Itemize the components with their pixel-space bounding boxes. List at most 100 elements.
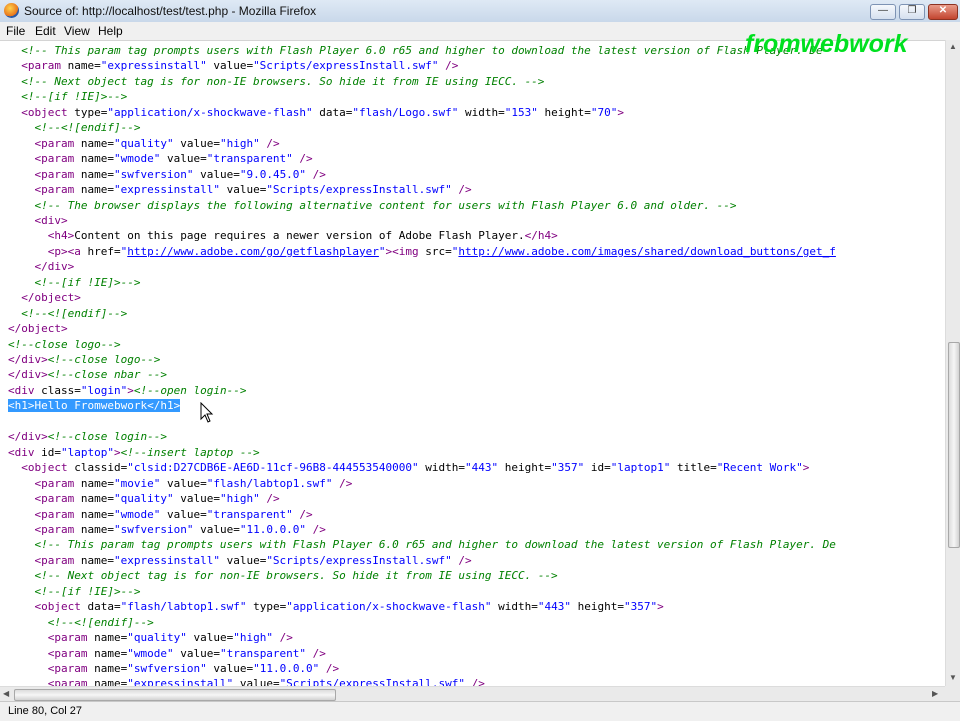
code-token: <!--<![endif]--> xyxy=(21,306,128,320)
code-token: "movie" xyxy=(113,476,161,490)
code-token: "swfversion" xyxy=(113,522,194,536)
source-line: <param name="quality" value="high" /> xyxy=(8,136,280,151)
source-line: <param name="swfversion" value="11.0.0.0… xyxy=(8,661,339,676)
code-token: value= xyxy=(160,152,207,166)
mouse-pointer-icon xyxy=(200,402,214,423)
menu-file[interactable]: File xyxy=(6,24,25,38)
menu-help[interactable]: Help xyxy=(98,24,123,38)
code-token: "quality" xyxy=(127,631,187,645)
code-token: "Scripts/expressInstall.swf" xyxy=(266,553,452,567)
source-line: <param name="quality" value="high" /> xyxy=(8,491,280,506)
code-token: "login" xyxy=(80,383,128,397)
scroll-down-arrow-icon[interactable]: ▼ xyxy=(949,673,957,683)
code-token: /> xyxy=(292,152,313,166)
code-token: "application/x-shockwave-flash" xyxy=(107,105,313,119)
code-token: value= xyxy=(233,677,280,686)
code-token: class= xyxy=(41,383,81,397)
minimize-button[interactable]: — xyxy=(870,4,896,20)
source-line: <object type="application/x-shockwave-fl… xyxy=(8,105,624,120)
source-line: </div><!--close logo--> xyxy=(8,352,160,367)
code-token: /> xyxy=(272,631,293,645)
code-token: name= xyxy=(80,136,114,150)
code-token: /> xyxy=(259,136,280,150)
code-token: value= xyxy=(160,476,207,490)
code-token: <!-- This param tag prompts users with F… xyxy=(21,44,823,57)
code-token: "Scripts/expressInstall.swf" xyxy=(253,59,439,73)
code-token: name= xyxy=(80,553,114,567)
status-bar: Line 80, Col 27 xyxy=(0,701,960,721)
code-token: </div> xyxy=(34,260,75,274)
cursor-position-status: Line 80, Col 27 xyxy=(8,705,82,717)
code-token: "expressinstall" xyxy=(127,677,234,686)
source-line: </div><!--close nbar --> xyxy=(8,367,167,382)
code-token: <param xyxy=(34,492,81,506)
menu-edit[interactable]: Edit xyxy=(35,24,56,38)
horizontal-scrollbar[interactable]: ◀ ▶ xyxy=(0,686,945,702)
code-token: > xyxy=(127,383,134,397)
code-token: <!-- This param tag prompts users with F… xyxy=(34,538,836,552)
vertical-scroll-thumb[interactable] xyxy=(948,342,960,548)
code-token: <object xyxy=(34,600,88,614)
code-token: /> xyxy=(451,553,472,567)
code-token: > xyxy=(802,461,810,475)
code-token: http://www.adobe.com/images/shared/downl… xyxy=(458,244,836,258)
code-token: "expressinstall" xyxy=(113,553,220,567)
code-token: "swfversion" xyxy=(127,662,207,675)
code-token: /> xyxy=(259,492,280,506)
code-token: name= xyxy=(80,507,114,521)
code-token: </object> xyxy=(21,291,81,305)
horizontal-scroll-thumb[interactable] xyxy=(14,689,336,701)
maximize-button[interactable]: ❐ xyxy=(899,4,925,20)
code-token: <div xyxy=(8,383,42,397)
code-token: value= xyxy=(206,662,254,675)
code-token: "443" xyxy=(537,600,571,614)
scroll-right-arrow-icon[interactable]: ▶ xyxy=(932,689,938,699)
code-token: <!--close logo--> xyxy=(8,337,121,351)
code-token: data= xyxy=(312,105,353,119)
code-token: "flash/Logo.swf" xyxy=(352,105,459,119)
code-token: height= xyxy=(537,105,591,119)
code-token: "Scripts/expressInstall.swf" xyxy=(266,183,452,197)
code-token: <param xyxy=(34,476,81,490)
code-token: "expressinstall" xyxy=(100,59,207,73)
code-token: <param xyxy=(47,677,95,686)
scrollbar-corner xyxy=(945,686,960,701)
source-line: <!--<![endif]--> xyxy=(8,120,141,135)
menu-view[interactable]: View xyxy=(64,24,90,38)
code-token: value= xyxy=(186,631,234,645)
scroll-up-arrow-icon[interactable]: ▲ xyxy=(949,42,957,52)
code-token: height= xyxy=(498,461,552,475)
scroll-left-arrow-icon[interactable]: ◀ xyxy=(3,689,9,699)
code-token: <param xyxy=(34,183,81,197)
vertical-scrollbar[interactable]: ▲ ▼ xyxy=(945,40,960,686)
code-token: width= xyxy=(491,600,538,614)
code-token: <param xyxy=(34,136,81,150)
code-token: "clsid:D27CDB6E-AE6D-11cf-96B8-444553540… xyxy=(127,461,419,475)
code-token: name= xyxy=(80,476,114,490)
source-code-view[interactable]: <!-- This param tag prompts users with F… xyxy=(0,40,945,686)
code-token: </div> xyxy=(8,368,48,382)
code-token: width= xyxy=(418,461,465,475)
code-token: > xyxy=(657,600,664,614)
code-token: "357" xyxy=(623,600,658,614)
source-line: <param name="wmode" value="transparent" … xyxy=(8,646,326,661)
code-token: name= xyxy=(80,167,114,181)
code-token: <!--close logo--> xyxy=(47,353,161,366)
watermark: fromwebwork xyxy=(745,30,908,58)
code-token: "443" xyxy=(464,461,499,475)
close-button[interactable]: ✕ xyxy=(928,4,958,20)
